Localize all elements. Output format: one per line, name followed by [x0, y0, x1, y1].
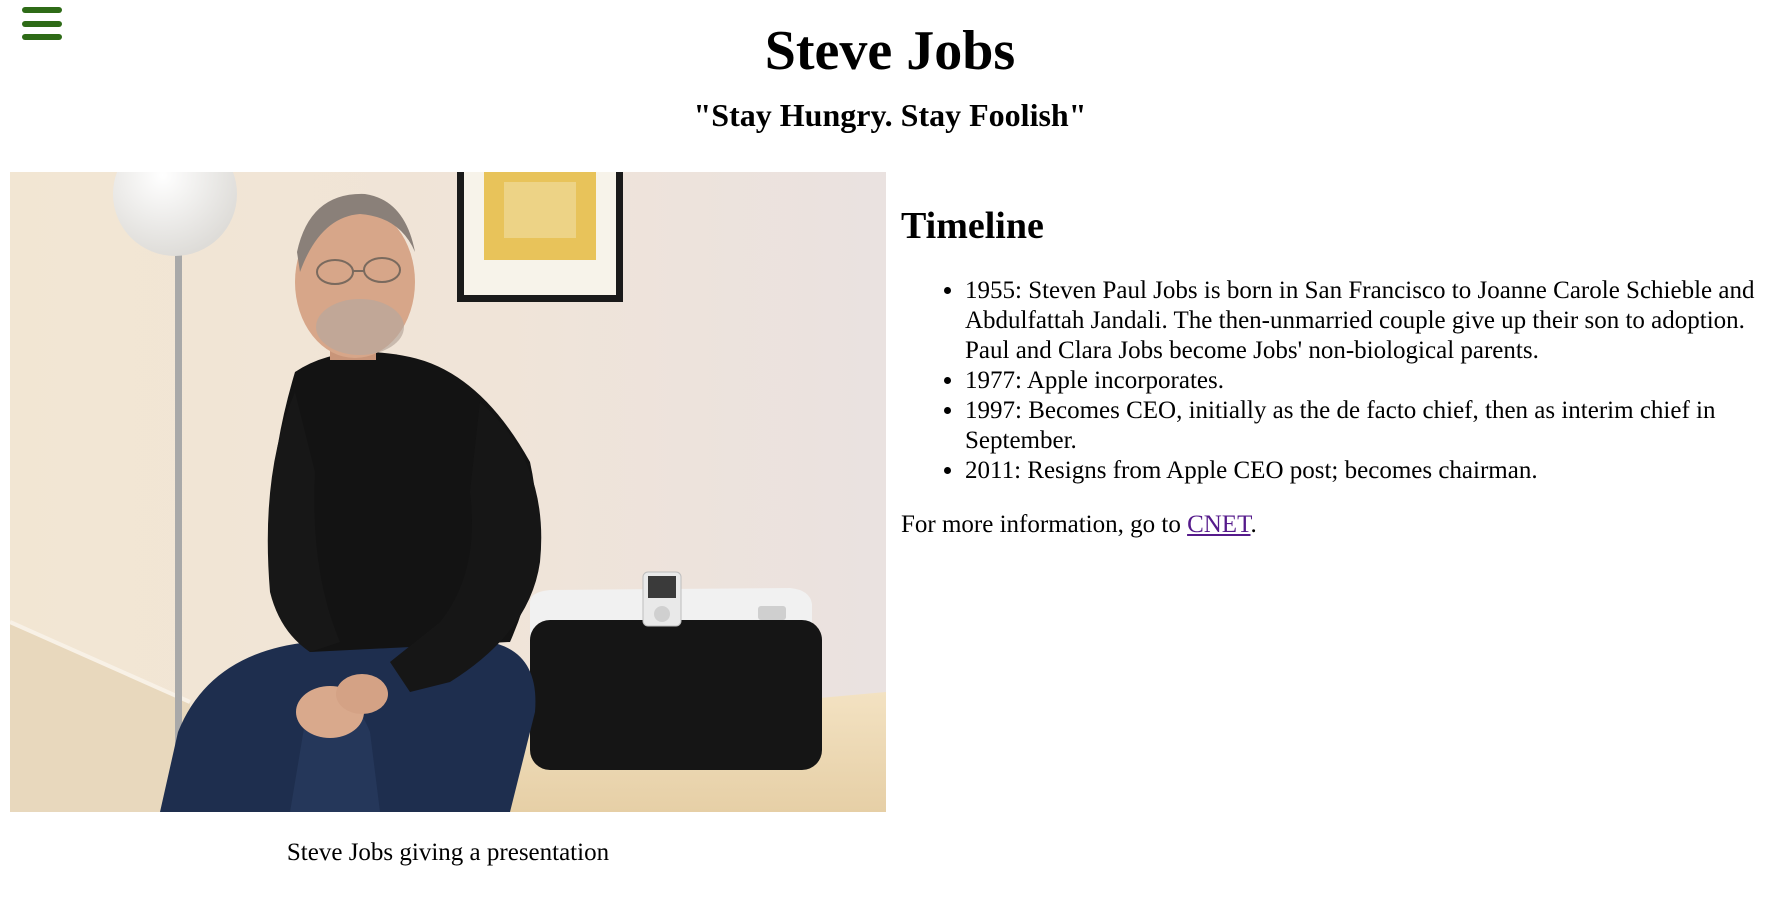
timeline-list: 1955: Steven Paul Jobs is born in San Fr… — [901, 276, 1780, 486]
photo-figure: Steve Jobs giving a presentation — [10, 172, 886, 866]
timeline-section: Timeline 1955: Steven Paul Jobs is born … — [901, 198, 1780, 540]
more-info-prefix: For more information, go to — [901, 511, 1188, 538]
photo-caption: Steve Jobs giving a presentation — [286, 839, 610, 866]
timeline-heading: Timeline — [901, 205, 1044, 247]
timeline-item: 1977: Apple incorporates. — [965, 366, 1780, 396]
timeline-item: 1997: Becomes CEO, initially as the de f… — [965, 396, 1780, 456]
timeline-item: 1955: Steven Paul Jobs is born in San Fr… — [965, 276, 1780, 366]
menu-bar — [22, 7, 62, 13]
timeline-item: 2011: Resigns from Apple CEO post; becom… — [965, 456, 1780, 486]
page-title: Steve Jobs — [764, 20, 1016, 82]
more-info-text: For more information, go to CNET. — [901, 510, 1780, 540]
steve-jobs-photo — [10, 172, 886, 812]
page-subtitle: "Stay Hungry. Stay Foolish" — [693, 97, 1087, 133]
cnet-link[interactable]: CNET — [1187, 511, 1250, 538]
more-info-suffix: . — [1250, 511, 1257, 538]
